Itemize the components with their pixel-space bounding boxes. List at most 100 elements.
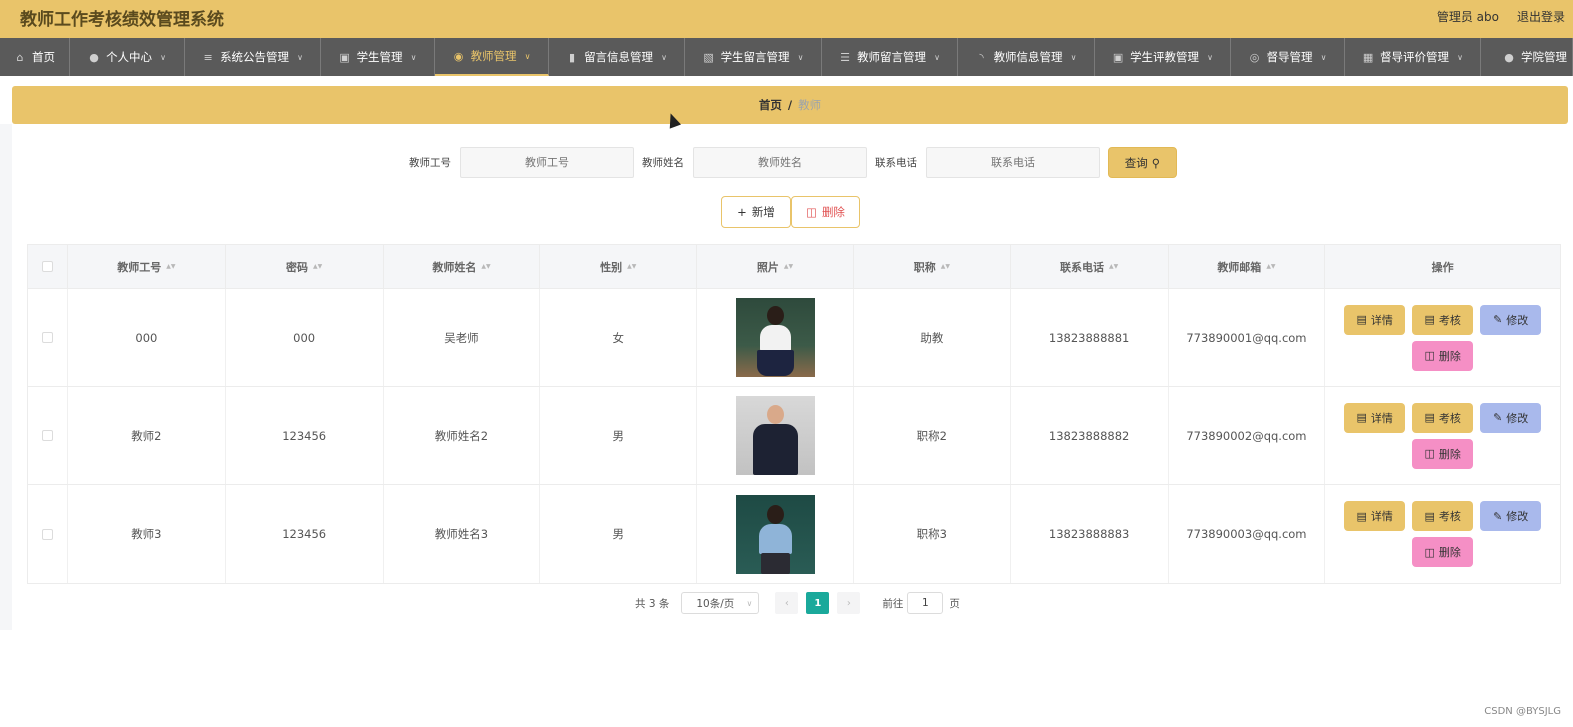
loading-icon: ◝ bbox=[979, 50, 984, 64]
nav-item-label: 教师管理 bbox=[470, 49, 517, 63]
column-header-teacher-name[interactable]: 教师姓名 ▲▼ bbox=[384, 245, 541, 288]
prev-page-button[interactable]: ‹ bbox=[775, 592, 799, 614]
cell-gender: 男 bbox=[540, 485, 698, 583]
assess-button[interactable]: ▤ 考核 bbox=[1412, 304, 1474, 335]
toolbar: + 新增 ◫ 删除 bbox=[721, 196, 860, 228]
cell-email: 773890001@qq.com bbox=[1169, 289, 1326, 386]
phone-input[interactable] bbox=[926, 147, 1100, 178]
bar-chart-icon: ▮ bbox=[569, 50, 576, 64]
delete-button[interactable]: ◫ 删除 bbox=[1412, 537, 1474, 567]
sort-icon[interactable]: ▲▼ bbox=[1109, 263, 1118, 270]
nav-item-supervisor-evaluation[interactable]: ▦ 督导评价管理 ∨ bbox=[1345, 38, 1481, 76]
cell-gender: 女 bbox=[540, 289, 698, 386]
sort-icon[interactable]: ▲▼ bbox=[481, 263, 490, 270]
photo-figure-suit bbox=[752, 424, 798, 475]
delete-label: 删除 bbox=[1438, 546, 1461, 559]
cell-photo bbox=[697, 289, 854, 386]
chevron-down-icon: ∨ bbox=[160, 52, 166, 62]
goto-label: 前往 bbox=[882, 597, 904, 610]
teacher-photo[interactable] bbox=[735, 396, 815, 475]
edit-button[interactable]: ✎ 修改 bbox=[1480, 402, 1542, 433]
nav-item-home[interactable]: ⌂ 首页 bbox=[0, 38, 70, 76]
photo-figure-shirt bbox=[758, 523, 792, 554]
sort-icon[interactable]: ▲▼ bbox=[1266, 263, 1275, 270]
pencil-icon: ✎ bbox=[1493, 509, 1503, 523]
sort-icon[interactable]: ▲▼ bbox=[166, 263, 175, 270]
nav-item-student-messages[interactable]: ▧ 学生留言管理 ∨ bbox=[685, 38, 822, 76]
row-select-cell bbox=[28, 289, 68, 386]
nav-item-teacher-info[interactable]: ◝ 教师信息管理 ∨ bbox=[958, 38, 1095, 76]
watermark: CSDN @BYSJLG bbox=[1484, 706, 1561, 717]
document-icon: ▤ bbox=[1356, 411, 1367, 424]
sort-icon[interactable]: ▲▼ bbox=[313, 263, 322, 270]
row-checkbox[interactable] bbox=[41, 332, 53, 343]
nav-item-supervisors[interactable]: ◎ 督导管理 ∨ bbox=[1231, 38, 1345, 76]
search-icon: ⚲ bbox=[1151, 155, 1161, 170]
row-select-cell bbox=[28, 485, 68, 583]
batch-delete-label: 删除 bbox=[821, 205, 845, 219]
query-button[interactable]: 查询 ⚲ bbox=[1108, 147, 1177, 178]
nav-item-label: 学生评教管理 bbox=[1130, 50, 1200, 64]
app-title: 教师工作考核绩效管理系统 bbox=[20, 10, 224, 30]
sliders-icon: ≡ bbox=[203, 50, 213, 64]
teacher-id-input[interactable] bbox=[460, 147, 634, 178]
nav-item-messages[interactable]: ▮ 留言信息管理 ∨ bbox=[549, 38, 685, 76]
column-title: 教师姓名 bbox=[432, 260, 477, 274]
edit-button[interactable]: ✎ 修改 bbox=[1480, 304, 1542, 335]
nav-item-teacher-messages[interactable]: ☰ 教师留言管理 ∨ bbox=[822, 38, 958, 76]
page-size-select[interactable]: 10条/页 ∨ bbox=[681, 592, 760, 614]
teacher-name-input[interactable] bbox=[693, 147, 867, 178]
chevron-down-icon: ∨ bbox=[1457, 52, 1463, 62]
cell-email: 773890003@qq.com bbox=[1169, 485, 1326, 583]
column-header-photo[interactable]: 照片 ▲▼ bbox=[697, 245, 854, 288]
next-page-button[interactable]: › bbox=[837, 592, 861, 614]
select-all-checkbox[interactable] bbox=[41, 261, 53, 272]
nav-item-personal-center[interactable]: ● 个人中心 ∨ bbox=[70, 38, 185, 76]
column-header-title[interactable]: 职称 ▲▼ bbox=[854, 245, 1011, 288]
assess-button[interactable]: ▤ 考核 bbox=[1412, 501, 1474, 531]
batch-delete-button[interactable]: ◫ 删除 bbox=[791, 196, 860, 228]
nav-item-label: 系统公告管理 bbox=[220, 50, 290, 64]
sort-icon[interactable]: ▲▼ bbox=[941, 263, 950, 270]
column-header-gender[interactable]: 性别 ▲▼ bbox=[540, 245, 698, 288]
chevron-down-icon: ∨ bbox=[797, 52, 804, 62]
column-header-phone[interactable]: 联系电话 ▲▼ bbox=[1011, 245, 1169, 288]
cell-actions: ▤ 详情 ▤ 考核 ✎ 修改 ◫ 删除 bbox=[1325, 387, 1560, 484]
nav-item-announcement[interactable]: ≡ 系统公告管理 ∨ bbox=[185, 38, 321, 76]
delete-button[interactable]: ◫ 删除 bbox=[1412, 340, 1474, 371]
teacher-photo[interactable] bbox=[735, 298, 815, 377]
column-header-teacher-id[interactable]: 教师工号 ▲▼ bbox=[68, 245, 226, 288]
page-gutter bbox=[0, 124, 12, 630]
nav-item-colleges[interactable]: ● 学院管理 bbox=[1481, 38, 1573, 76]
delete-button[interactable]: ◫ 删除 bbox=[1412, 438, 1474, 469]
nav-item-student-evaluation[interactable]: ▣ 学生评教管理 ∨ bbox=[1095, 38, 1231, 76]
photo-figure-head bbox=[766, 405, 784, 424]
sort-icon[interactable]: ▲▼ bbox=[784, 263, 793, 270]
logout-link[interactable]: 退出登录 bbox=[1517, 8, 1565, 25]
detail-button[interactable]: ▤ 详情 bbox=[1344, 501, 1406, 531]
detail-button[interactable]: ▤ 详情 bbox=[1344, 304, 1406, 335]
breadcrumb-home[interactable]: 首页 bbox=[759, 97, 782, 113]
page-number-current[interactable]: 1 bbox=[806, 592, 830, 614]
add-button[interactable]: + 新增 bbox=[721, 196, 791, 228]
column-header-email[interactable]: 教师邮箱 ▲▼ bbox=[1169, 245, 1326, 288]
nav-item-students[interactable]: ▣ 学生管理 ∨ bbox=[321, 38, 435, 76]
goto-page-input[interactable] bbox=[907, 592, 944, 614]
teacher-photo[interactable] bbox=[735, 494, 815, 574]
nav-item-label: 教师留言管理 bbox=[857, 50, 927, 64]
row-checkbox[interactable] bbox=[41, 430, 53, 441]
sort-icon[interactable]: ▲▼ bbox=[627, 263, 636, 270]
clipboard-icon: ▧ bbox=[703, 50, 714, 64]
admin-user-label[interactable]: 管理员 abo bbox=[1437, 8, 1499, 25]
assess-button[interactable]: ▤ 考核 bbox=[1412, 402, 1474, 433]
breadcrumb: 首页 / 教师 bbox=[12, 86, 1568, 124]
row-checkbox[interactable] bbox=[41, 528, 53, 540]
edit-label: 修改 bbox=[1506, 510, 1529, 523]
detail-button[interactable]: ▤ 详情 bbox=[1344, 402, 1406, 433]
edit-button[interactable]: ✎ 修改 bbox=[1480, 501, 1542, 531]
home-icon: ⌂ bbox=[16, 50, 24, 64]
chevron-down-icon: ∨ bbox=[934, 52, 940, 62]
detail-label: 详情 bbox=[1370, 510, 1393, 523]
column-header-password[interactable]: 密码 ▲▼ bbox=[226, 245, 384, 288]
nav-item-teachers[interactable]: ◉ 教师管理 ∨ bbox=[435, 38, 549, 76]
